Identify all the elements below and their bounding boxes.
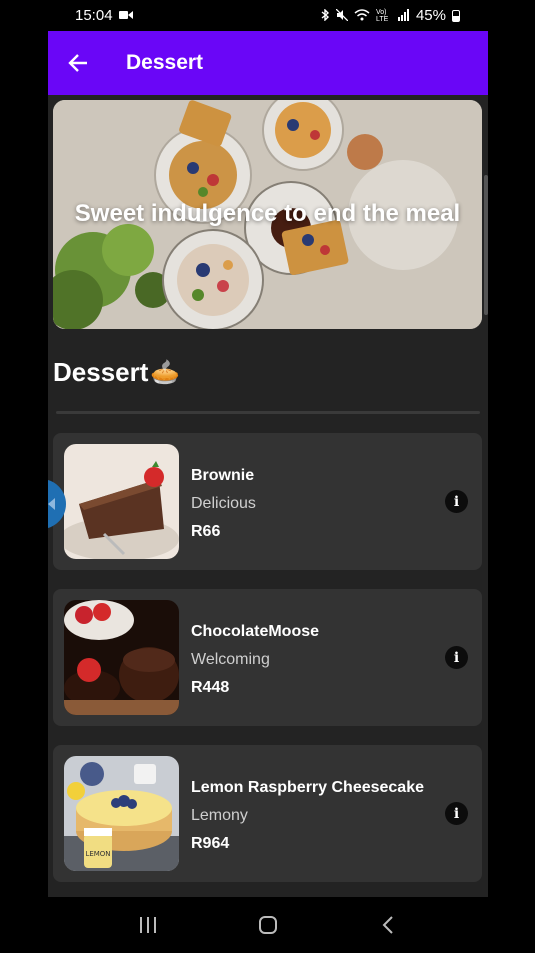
system-nav-bar	[48, 897, 488, 953]
chevron-left-icon	[382, 916, 393, 934]
info-icon: i	[453, 493, 460, 510]
page-title: Dessert	[126, 51, 204, 74]
section-heading: Dessert 🥧	[53, 357, 180, 388]
info-button[interactable]: i	[445, 646, 468, 669]
signal-icon	[397, 8, 410, 23]
menu-item-card[interactable]: LEMON Lemon Raspberry Cheesecake Lemony …	[53, 745, 482, 882]
item-image	[64, 444, 179, 559]
item-description: Welcoming	[191, 651, 270, 668]
video-camera-icon	[118, 7, 133, 24]
mute-icon	[335, 8, 349, 23]
recent-apps-button[interactable]	[118, 897, 178, 953]
home-button[interactable]	[238, 897, 298, 953]
item-price: R66	[191, 523, 221, 540]
info-button[interactable]: i	[445, 802, 468, 825]
phone-screen: 15:04 Vo) LTE 45% Dessert Sweet indulgen…	[48, 0, 488, 953]
nav-back-button[interactable]	[358, 897, 418, 953]
status-bar: 15:04 Vo) LTE 45%	[48, 0, 488, 31]
item-image: LEMON	[64, 756, 179, 871]
battery-percent: 45%	[415, 7, 446, 24]
app-bar: Dessert	[48, 31, 488, 95]
back-button[interactable]	[48, 31, 108, 95]
item-description: Delicious	[191, 495, 256, 512]
bluetooth-icon	[321, 7, 330, 23]
section-title: Dessert	[53, 357, 149, 387]
menu-item-card[interactable]: ChocolateMoose Welcoming R448 i	[53, 589, 482, 726]
recent-apps-icon	[140, 917, 156, 933]
status-time: 15:04	[75, 7, 113, 24]
item-name: Lemon Raspberry Cheesecake	[191, 779, 424, 796]
arrow-left-icon	[68, 54, 87, 72]
pie-icon: 🥧	[150, 359, 181, 386]
svg-text:LEMON: LEMON	[85, 850, 110, 858]
item-name: Brownie	[191, 467, 255, 484]
content-area[interactable]: Sweet indulgence to end the meal Dessert…	[48, 95, 488, 897]
item-price: R448	[191, 679, 230, 696]
hero-banner: Sweet indulgence to end the meal	[53, 100, 482, 329]
hero-caption: Sweet indulgence to end the meal	[74, 200, 461, 227]
scrollbar[interactable]	[484, 175, 488, 315]
item-image	[64, 600, 179, 715]
status-left: 15:04	[75, 7, 133, 24]
info-icon: i	[453, 805, 460, 822]
divider	[56, 411, 480, 414]
chevron-left-icon	[48, 498, 55, 510]
item-price: R964	[191, 835, 230, 852]
network-label: Vo) LTE	[375, 8, 389, 23]
battery-icon	[452, 9, 460, 22]
item-name: ChocolateMoose	[191, 623, 320, 640]
status-right: Vo) LTE 45%	[321, 7, 460, 24]
item-description: Lemony	[191, 807, 248, 824]
info-button[interactable]: i	[445, 490, 468, 513]
menu-item-card[interactable]: Brownie Delicious R66 i	[53, 433, 482, 570]
home-icon	[259, 916, 277, 934]
wifi-icon	[354, 8, 370, 23]
info-icon: i	[453, 649, 460, 666]
